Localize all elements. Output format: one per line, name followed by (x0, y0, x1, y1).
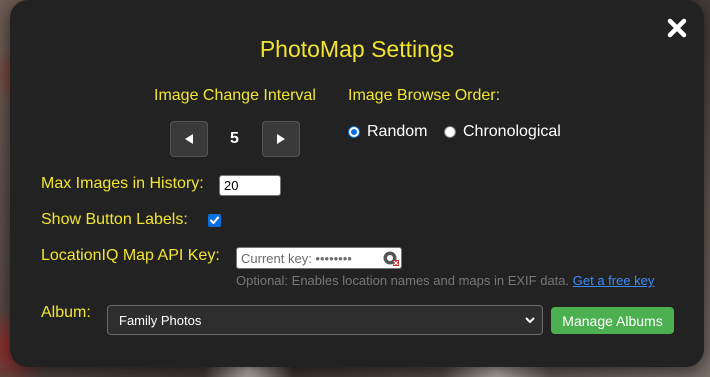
album-label: Album: (41, 304, 91, 321)
interval-label: Image Change Interval (154, 87, 316, 104)
album-select[interactable]: Family Photos (107, 305, 543, 335)
interval-decrease-button[interactable] (170, 121, 208, 157)
history-input[interactable] (219, 175, 281, 196)
arrow-left-icon (185, 134, 193, 144)
api-key-input[interactable]: Current key: •••••••• (236, 247, 402, 269)
api-key-hint: Optional: Enables location names and map… (236, 273, 654, 288)
radio-random[interactable] (348, 126, 360, 138)
manage-albums-button[interactable]: Manage Albums (551, 307, 674, 334)
settings-dialog: PhotoMap Settings Image Change Interval … (10, 0, 704, 367)
dialog-title: PhotoMap Settings (259, 36, 455, 62)
album-selected-value: Family Photos (119, 312, 202, 328)
api-key-placeholder: Current key: •••••••• (241, 250, 352, 266)
checkmark-icon (210, 216, 219, 224)
browse-order-label: Image Browse Order: (348, 87, 501, 104)
history-label: Max Images in History: (41, 175, 204, 192)
button-labels-checkbox[interactable] (208, 214, 221, 227)
interval-value: 5 (230, 130, 239, 147)
interval-increase-button[interactable] (262, 121, 300, 157)
chevron-down-icon (525, 317, 535, 324)
radio-chronological-label[interactable]: Chronological (463, 123, 561, 141)
radio-chronological[interactable] (444, 126, 456, 138)
password-toggle-icon[interactable] (383, 250, 399, 266)
api-key-hint-text: Optional: Enables location names and map… (236, 273, 570, 288)
arrow-right-icon (277, 134, 285, 144)
radio-random-label[interactable]: Random (367, 123, 427, 141)
locationiq-label: LocationIQ Map API Key: (41, 247, 220, 264)
button-labels-label: Show Button Labels: (41, 211, 188, 228)
get-free-key-link[interactable]: Get a free key (573, 273, 655, 288)
